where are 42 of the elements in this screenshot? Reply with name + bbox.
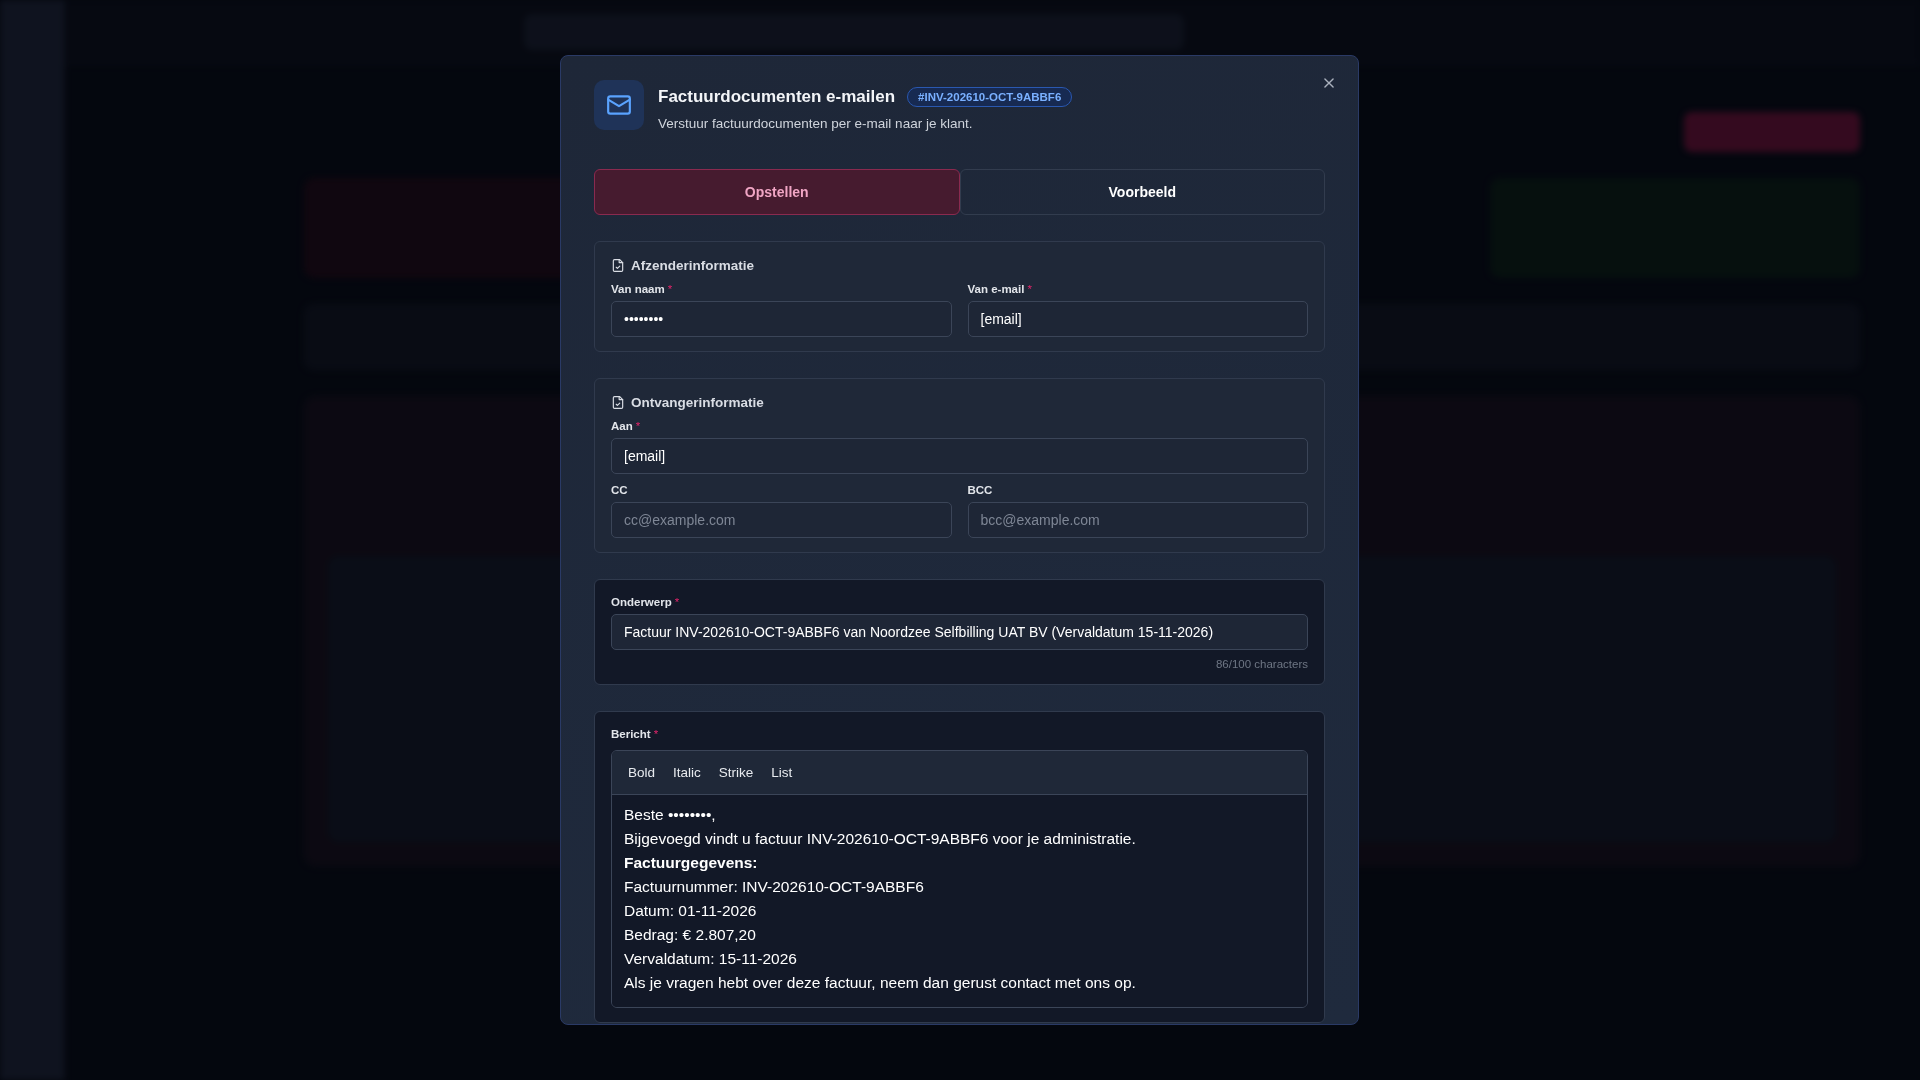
- invoice-badge: #INV-202610-OCT-9ABBF6: [907, 87, 1073, 107]
- section-title: Afzenderinformatie: [631, 258, 755, 273]
- field-label: Onderwerp: [611, 596, 672, 608]
- required-mark: *: [653, 728, 659, 740]
- field-label: BCC: [967, 484, 993, 496]
- tab[interactable]: Voorbeeld: [959, 169, 1325, 215]
- field-label: Bericht: [611, 728, 651, 740]
- input-field[interactable]: Factuur INV-202610-OCT-9ABBF6 van Noordzee Selfbilling UAT BV (Vervaldatum 15-11-2026): [611, 614, 1308, 650]
- required-mark: *: [674, 596, 680, 608]
- format-button[interactable]: Strike: [710, 761, 762, 784]
- field-label: Aan: [611, 420, 633, 432]
- input-field[interactable]: [email]: [611, 438, 1308, 474]
- message-line: Vervaldatum: 15-11-2026: [624, 949, 797, 969]
- field-label: Van naam: [611, 283, 665, 295]
- tab[interactable]: Opstellen: [594, 169, 960, 215]
- character-counter: 86/100 characters: [1215, 658, 1308, 670]
- message-line: Factuurnummer: INV-202610-OCT-9ABBF6: [624, 877, 924, 897]
- format-button[interactable]: Bold: [620, 761, 664, 784]
- document-check-icon: [611, 258, 625, 273]
- message-line: Als je vragen hebt over deze factuur, neem dan gerust contact met ons op.: [624, 973, 1136, 993]
- message-line: Factuurgegevens:: [624, 853, 758, 873]
- message-line: Bedrag: € 2.807,20: [624, 925, 756, 945]
- required-mark: *: [635, 420, 641, 432]
- required-mark: *: [1027, 283, 1032, 295]
- message-line: Bijgevoegd vindt u factuur INV-202610-OCT-9ABBF6 voor je administratie.: [624, 829, 1136, 849]
- input-field[interactable]: bcc@example.com: [967, 502, 1308, 538]
- section-title: Ontvangerinformatie: [631, 395, 764, 410]
- format-button[interactable]: List: [763, 761, 801, 784]
- format-button[interactable]: Italic: [665, 761, 709, 784]
- input-field[interactable]: [email]: [967, 301, 1308, 337]
- mail-icon: [594, 80, 644, 130]
- message-editor[interactable]: [611, 750, 1308, 1008]
- message-line: Beste ••••••••,: [624, 805, 716, 825]
- message-line: Datum: 01-11-2026: [624, 901, 757, 921]
- input-field[interactable]: ••••••••: [611, 301, 952, 337]
- dialog-subtitle: Verstuur factuurdocumenten per e-mail naar je klant.: [658, 116, 974, 131]
- dialog-title: Factuurdocumenten e-mailen: [658, 87, 896, 107]
- field-label: CC: [611, 484, 628, 496]
- input-field[interactable]: cc@example.com: [611, 502, 952, 538]
- field-label: Van e-mail: [967, 283, 1025, 295]
- document-check-icon: [611, 395, 625, 410]
- required-mark: *: [667, 283, 673, 295]
